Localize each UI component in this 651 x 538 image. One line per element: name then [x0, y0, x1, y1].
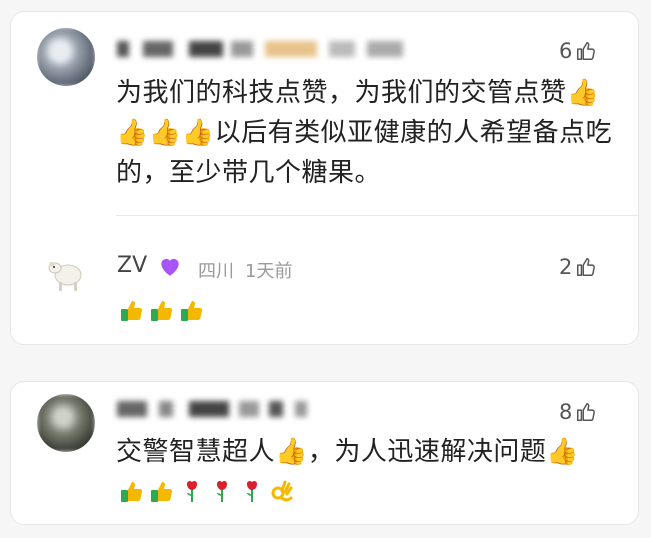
- ok-hand-icon: [269, 478, 295, 504]
- username[interactable]: [117, 398, 327, 420]
- like-icon: [577, 403, 596, 421]
- like-button[interactable]: 6: [559, 39, 597, 63]
- reply-emoji-row: [119, 297, 209, 323]
- thumbs-up-icon: [179, 297, 205, 323]
- rose-icon: [239, 478, 265, 504]
- avatar[interactable]: [37, 28, 95, 86]
- like-button[interactable]: 8: [559, 400, 597, 424]
- reply-username[interactable]: ZV: [117, 253, 147, 278]
- like-count: 8: [559, 400, 573, 424]
- reply-like-button[interactable]: 2: [559, 255, 597, 279]
- like-icon: [577, 258, 596, 276]
- like-count: 6: [559, 39, 573, 63]
- thumbs-up-icon: [119, 297, 145, 323]
- rose-icon: [179, 478, 205, 504]
- avatar[interactable]: [37, 394, 95, 452]
- reply-timestamp: 1天前: [245, 261, 293, 282]
- emoji-row: [119, 478, 299, 504]
- comment-card: 8 交警智慧超人👍，为人迅速解决问题👍: [10, 381, 639, 525]
- comment-text: 交警智慧超人👍，为人迅速解决问题👍: [116, 437, 580, 467]
- divider: [116, 215, 638, 216]
- thumbs-up-icon: [149, 297, 175, 323]
- comment-card: 6 为我们的科技点赞，为我们的交管点赞👍👍👍👍以后有类似亚健康的人希望备点吃的，…: [10, 11, 639, 345]
- rose-icon: [209, 478, 235, 504]
- reply-like-count: 2: [559, 255, 573, 279]
- reply-location: 四川: [198, 261, 234, 282]
- sheep-icon: [48, 262, 82, 291]
- thumbs-up-icon: [119, 478, 145, 504]
- username[interactable]: [117, 38, 407, 60]
- like-icon: [577, 42, 596, 60]
- thumbs-up-icon: [149, 478, 175, 504]
- reply-avatar[interactable]: [45, 251, 87, 293]
- comment-text: 为我们的科技点赞，为我们的交管点赞👍👍👍👍以后有类似亚健康的人希望备点吃的，至少…: [116, 78, 613, 188]
- purple-heart-icon: [161, 258, 179, 276]
